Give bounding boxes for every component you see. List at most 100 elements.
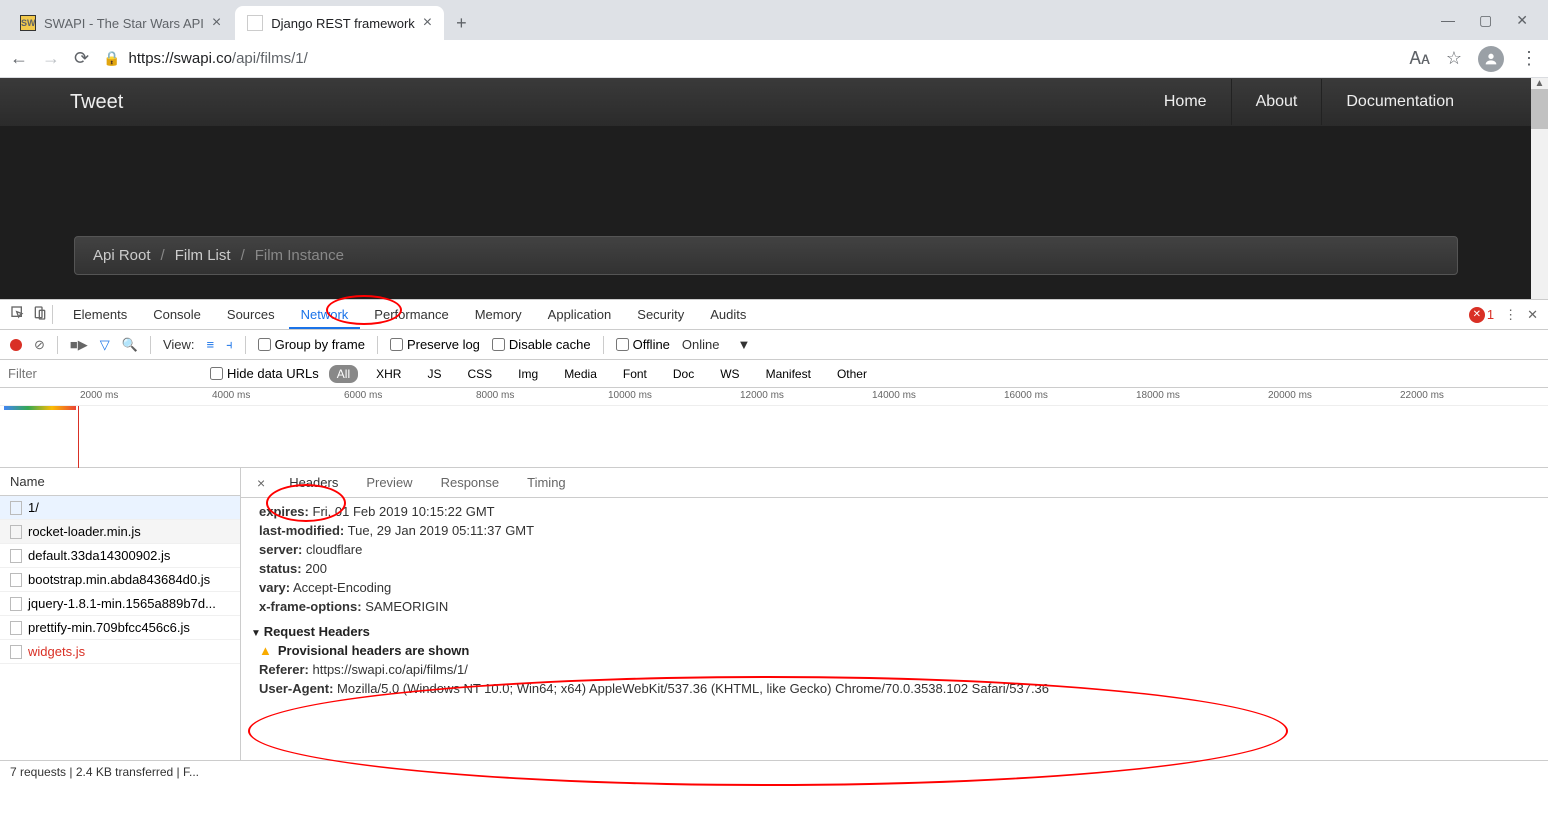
filter-type-js[interactable]: JS <box>419 365 449 383</box>
url-text: https://swapi.co/api/films/1/ <box>129 50 308 67</box>
filter-type-css[interactable]: CSS <box>459 365 500 383</box>
request-row[interactable]: prettify-min.709bfcc456c6.js <box>0 616 240 640</box>
breadcrumb-root[interactable]: Api Root <box>93 247 151 264</box>
close-window-icon[interactable]: ✕ <box>1516 12 1528 29</box>
request-headers-section[interactable]: Request Headers <box>251 624 1530 639</box>
filter-type-xhr[interactable]: XHR <box>368 365 409 383</box>
view-large-icon[interactable]: ⫞ <box>226 337 233 353</box>
minimize-icon[interactable]: — <box>1441 12 1455 29</box>
page-body: Api Root / Film List / Film Instance <box>0 126 1548 299</box>
device-toggle-icon[interactable] <box>32 305 48 324</box>
tab-network[interactable]: Network <box>289 301 361 328</box>
filter-type-manifest[interactable]: Manifest <box>758 365 819 383</box>
nav-documentation[interactable]: Documentation <box>1321 79 1478 125</box>
nav-about[interactable]: About <box>1231 79 1322 125</box>
menu-icon[interactable]: ⋮ <box>1520 48 1538 69</box>
filter-type-font[interactable]: Font <box>615 365 655 383</box>
header-line: Referer: https://swapi.co/api/films/1/ <box>259 662 1530 677</box>
browser-tab-swapi[interactable]: SW SWAPI - The Star Wars API × <box>8 6 233 40</box>
devtools-tabs: Elements Console Sources Network Perform… <box>0 300 1548 330</box>
detail-tab-response[interactable]: Response <box>429 470 512 495</box>
network-content: Name 1/rocket-loader.min.js default.33da1… <box>0 468 1548 760</box>
request-name: 1/ <box>28 500 39 515</box>
request-name: prettify-min.709bfcc456c6.js <box>28 620 190 635</box>
timeline-activity-bar <box>4 406 76 410</box>
forward-button[interactable]: → <box>42 48 60 69</box>
clear-icon[interactable]: ⊘ <box>34 337 45 353</box>
reload-button[interactable]: ⟳ <box>74 48 89 69</box>
new-tab-button[interactable]: + <box>446 7 477 40</box>
devtools-menu-icon[interactable]: ⋮ <box>1504 307 1517 323</box>
list-header-name[interactable]: Name <box>0 468 240 496</box>
timeline-tick: 22000 ms <box>1400 390 1444 401</box>
detail-tab-timing[interactable]: Timing <box>515 470 578 495</box>
breadcrumb-sep: / <box>241 247 245 264</box>
back-button[interactable]: ← <box>10 48 28 69</box>
devtools: Elements Console Sources Network Perform… <box>0 299 1548 783</box>
network-timeline[interactable]: 2000 ms4000 ms6000 ms8000 ms10000 ms1200… <box>0 388 1548 468</box>
request-row[interactable]: 1/ <box>0 496 240 520</box>
header-line: x-frame-options: SAMEORIGIN <box>259 599 1530 614</box>
offline-checkbox[interactable]: Offline <box>616 337 670 352</box>
detail-body: expires: Fri, 01 Feb 2019 10:15:22 GMTla… <box>241 498 1548 706</box>
bookmark-star-icon[interactable]: ☆ <box>1446 48 1462 69</box>
request-row[interactable]: default.33da14300902.js <box>0 544 240 568</box>
breadcrumb-list[interactable]: Film List <box>175 247 231 264</box>
page-scrollbar[interactable]: ▲ <box>1531 78 1548 299</box>
camera-icon[interactable]: ■▶ <box>70 337 88 353</box>
close-tab-icon[interactable]: × <box>423 14 432 32</box>
profile-avatar[interactable] <box>1478 46 1504 72</box>
nav-home[interactable]: Home <box>1140 79 1231 125</box>
maximize-icon[interactable]: ▢ <box>1479 12 1492 29</box>
filter-type-img[interactable]: Img <box>510 365 546 383</box>
filter-type-all[interactable]: All <box>329 365 358 383</box>
tab-elements[interactable]: Elements <box>61 301 139 328</box>
filter-type-ws[interactable]: WS <box>712 365 747 383</box>
timeline-tick: 18000 ms <box>1136 390 1180 401</box>
request-row[interactable]: bootstrap.min.abda843684d0.js <box>0 568 240 592</box>
file-icon <box>10 597 22 611</box>
tab-memory[interactable]: Memory <box>463 301 534 328</box>
warning-icon: ▲ <box>259 643 272 658</box>
header-line: last-modified: Tue, 29 Jan 2019 05:11:37… <box>259 523 1530 538</box>
disable-cache-checkbox[interactable]: Disable cache <box>492 337 591 352</box>
file-icon <box>10 645 22 659</box>
timeline-tick: 2000 ms <box>80 390 118 401</box>
inspect-icon[interactable] <box>10 305 26 324</box>
request-row[interactable]: widgets.js <box>0 640 240 664</box>
url-field[interactable]: 🔒 https://swapi.co/api/films/1/ <box>103 50 1395 67</box>
tab-audits[interactable]: Audits <box>698 301 758 328</box>
breadcrumb: Api Root / Film List / Film Instance <box>74 236 1458 275</box>
browser-tab-strip: SW SWAPI - The Star Wars API × Django RE… <box>0 0 1548 40</box>
filter-type-other[interactable]: Other <box>829 365 875 383</box>
network-filter-row: Hide data URLs All XHR JS CSS Img Media … <box>0 360 1548 388</box>
record-button[interactable] <box>10 339 22 351</box>
filter-icon[interactable]: ▽ <box>100 337 110 353</box>
view-list-icon[interactable]: ≡ <box>207 337 215 352</box>
close-tab-icon[interactable]: × <box>212 14 221 32</box>
devtools-close-icon[interactable]: ✕ <box>1527 307 1538 323</box>
group-by-frame-checkbox[interactable]: Group by frame <box>258 337 365 352</box>
throttle-select[interactable]: Online ▼ <box>682 337 751 352</box>
filter-input[interactable] <box>0 362 200 385</box>
request-row[interactable]: jquery-1.8.1-min.1565a889b7d... <box>0 592 240 616</box>
close-detail-icon[interactable]: × <box>249 475 273 491</box>
error-indicator[interactable]: ✕ 1 <box>1469 307 1494 323</box>
translate-icon[interactable]: 🗛 <box>1409 48 1429 69</box>
tab-performance[interactable]: Performance <box>362 301 460 328</box>
search-icon[interactable]: 🔍 <box>122 337 138 353</box>
detail-tab-headers[interactable]: Headers <box>277 470 350 495</box>
filter-type-media[interactable]: Media <box>556 365 605 383</box>
browser-tab-django[interactable]: Django REST framework × <box>235 6 444 40</box>
hide-data-urls-checkbox[interactable]: Hide data URLs <box>210 366 319 381</box>
tab-sources[interactable]: Sources <box>215 301 287 328</box>
detail-tab-preview[interactable]: Preview <box>354 470 424 495</box>
tab-application[interactable]: Application <box>536 301 624 328</box>
tab-security[interactable]: Security <box>625 301 696 328</box>
request-name: rocket-loader.min.js <box>28 524 141 539</box>
preserve-log-checkbox[interactable]: Preserve log <box>390 337 480 352</box>
tab-console[interactable]: Console <box>141 301 213 328</box>
filter-type-doc[interactable]: Doc <box>665 365 702 383</box>
timeline-load-marker <box>78 406 79 468</box>
request-row[interactable]: rocket-loader.min.js <box>0 520 240 544</box>
